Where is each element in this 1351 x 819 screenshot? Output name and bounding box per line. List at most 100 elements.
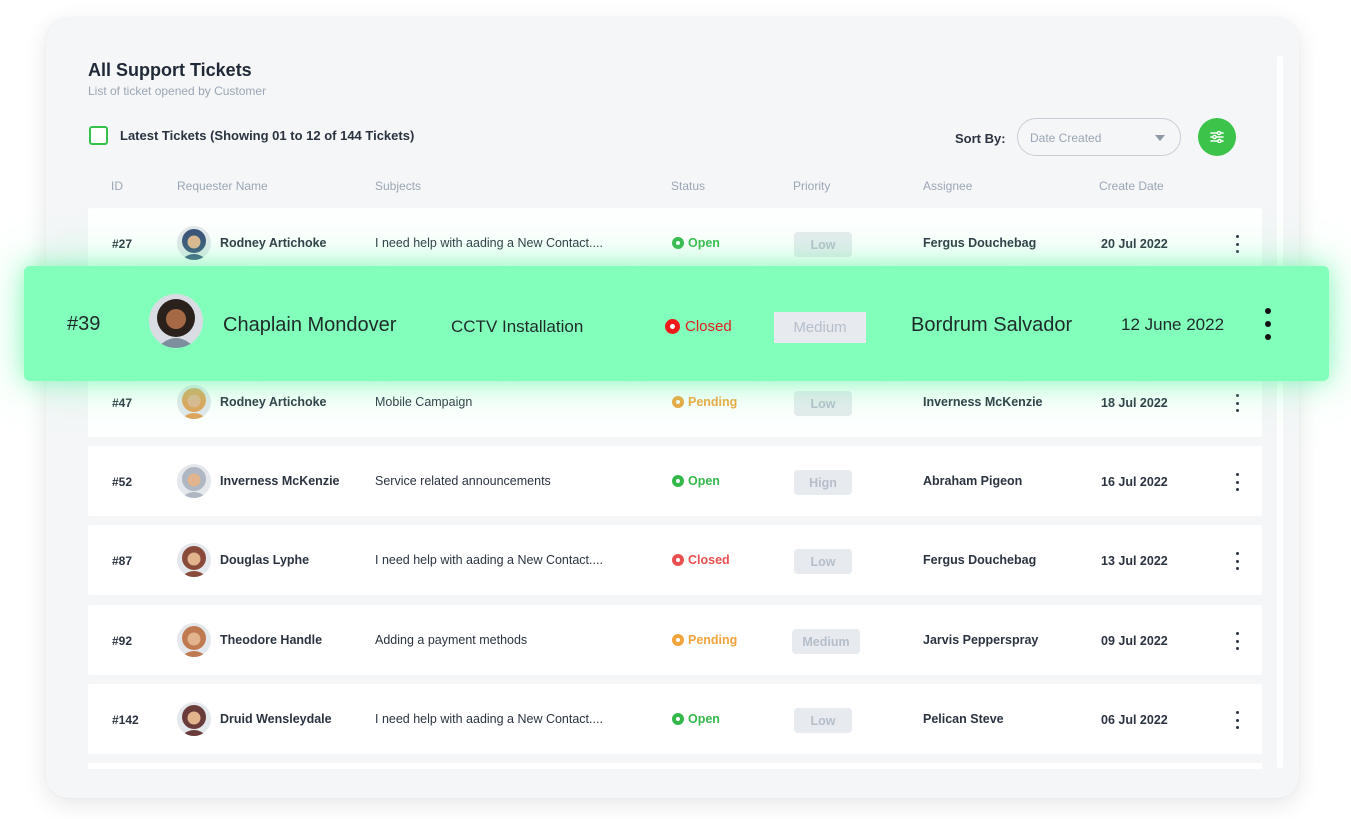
status-badge: Open bbox=[672, 712, 720, 726]
status-dot-icon bbox=[672, 554, 684, 566]
status-dot-icon bbox=[672, 475, 684, 487]
table-row[interactable]: #142 Druid Wensleydale I need help with aa… bbox=[88, 684, 1262, 754]
assignee-name: Fergus Douchebag bbox=[923, 553, 1037, 567]
avatar bbox=[177, 464, 211, 498]
create-date: 12 June 2022 bbox=[1121, 315, 1225, 334]
avatar bbox=[149, 294, 203, 348]
avatar bbox=[177, 702, 211, 736]
column-header-status[interactable]: Status bbox=[671, 179, 705, 193]
create-date: 09 Jul 2022 bbox=[1101, 634, 1168, 648]
column-header-id[interactable]: ID bbox=[111, 179, 123, 193]
ticket-subject[interactable]: CCTV Installation bbox=[451, 317, 583, 337]
highlighted-ticket-row[interactable]: #39 Chaplain Mondover CCTV Installation … bbox=[24, 266, 1329, 381]
status-badge: Closed bbox=[665, 318, 732, 335]
sort-by-label: Sort By: bbox=[955, 131, 1006, 146]
assignee-name: Fergus Douchebag bbox=[923, 236, 1037, 250]
ticket-subject[interactable]: Mobile Campaign bbox=[375, 395, 472, 409]
ticket-subject[interactable]: Service related announcements bbox=[375, 474, 551, 488]
create-date: 20 Jul 2022 bbox=[1101, 237, 1168, 251]
kebab-menu-icon[interactable] bbox=[1232, 394, 1242, 412]
ticket-id: #87 bbox=[112, 554, 133, 568]
caret-down-icon bbox=[1155, 135, 1165, 141]
kebab-menu-icon[interactable] bbox=[1263, 308, 1273, 340]
priority-badge: Low bbox=[794, 708, 852, 733]
requester-name: Druid Wensleydale bbox=[220, 712, 332, 726]
assignee-name: Bordrum Salvador bbox=[911, 314, 1073, 336]
sliders-icon bbox=[1210, 131, 1224, 143]
priority-badge: Medium bbox=[792, 629, 860, 654]
sort-by-select[interactable]: Date Created bbox=[1017, 118, 1181, 156]
ticket-id: #52 bbox=[112, 475, 133, 489]
status-dot-icon bbox=[672, 634, 684, 646]
create-date: 18 Jul 2022 bbox=[1101, 396, 1168, 410]
kebab-menu-icon[interactable] bbox=[1232, 473, 1242, 491]
requester-name: Douglas Lyphe bbox=[220, 553, 310, 567]
priority-badge: Low bbox=[794, 549, 852, 574]
priority-badge: Low bbox=[794, 391, 852, 416]
requester-name: Rodney Artichoke bbox=[220, 395, 327, 409]
page-subtitle: List of ticket opened by Customer bbox=[88, 84, 267, 98]
status-label: Pending bbox=[688, 395, 738, 409]
sort-by-value: Date Created bbox=[1030, 131, 1102, 145]
page-title: All Support Tickets bbox=[88, 60, 252, 80]
ticket-subject[interactable]: I need help with aading a New Contact...… bbox=[375, 712, 603, 726]
table-row[interactable]: #92 Theodore Handle Adding a payment metho… bbox=[88, 605, 1262, 675]
status-dot-icon bbox=[672, 713, 684, 725]
create-date: 13 Jul 2022 bbox=[1101, 554, 1168, 568]
avatar bbox=[177, 385, 211, 419]
ticket-subject[interactable]: I need help with aading a New Contact...… bbox=[375, 236, 603, 250]
table-row[interactable]: #52 Inverness McKenzie Service related ann… bbox=[88, 446, 1262, 516]
status-badge: Open bbox=[672, 474, 720, 488]
status-label: Closed bbox=[688, 553, 730, 567]
ticket-subject[interactable]: I need help with aading a New Contact...… bbox=[375, 553, 603, 567]
avatar bbox=[177, 623, 211, 657]
ticket-id: #92 bbox=[112, 634, 133, 648]
status-label: Pending bbox=[688, 633, 738, 647]
kebab-menu-icon[interactable] bbox=[1232, 552, 1242, 570]
kebab-menu-icon[interactable] bbox=[1232, 235, 1242, 253]
requester-name: Chaplain Mondover bbox=[223, 314, 397, 336]
status-badge: Pending bbox=[672, 633, 737, 647]
priority-badge: Low bbox=[794, 232, 852, 257]
ticket-id: #142 bbox=[112, 713, 139, 727]
status-label: Open bbox=[688, 236, 720, 250]
status-badge: Open bbox=[672, 236, 720, 250]
priority-badge: Hign bbox=[794, 470, 852, 495]
kebab-menu-icon[interactable] bbox=[1232, 711, 1242, 729]
status-dot-icon bbox=[672, 396, 684, 408]
status-dot-icon bbox=[672, 237, 684, 249]
latest-tickets-label: Latest Tickets (Showing 01 to 12 of 144 … bbox=[120, 128, 415, 143]
status-label: Closed bbox=[685, 318, 732, 335]
priority-badge: Medium bbox=[774, 312, 866, 343]
avatar bbox=[177, 226, 211, 260]
column-header-priority[interactable]: Priority bbox=[793, 179, 830, 193]
create-date: 16 Jul 2022 bbox=[1101, 475, 1168, 489]
scrollbar[interactable] bbox=[1277, 56, 1283, 768]
status-label: Open bbox=[688, 474, 720, 488]
status-badge: Pending bbox=[672, 395, 737, 409]
ticket-id: #47 bbox=[112, 396, 133, 410]
column-header-assignee[interactable]: Assignee bbox=[923, 179, 972, 193]
column-header-subjects[interactable]: Subjects bbox=[375, 179, 421, 193]
table-row-partial bbox=[88, 763, 1262, 769]
requester-name: Theodore Handle bbox=[220, 633, 323, 647]
assignee-name: Pelican Steve bbox=[923, 712, 1004, 726]
column-header-requester[interactable]: Requester Name bbox=[177, 179, 268, 193]
kebab-menu-icon[interactable] bbox=[1232, 632, 1242, 650]
filter-button[interactable] bbox=[1198, 118, 1236, 156]
latest-tickets-checkbox[interactable] bbox=[89, 126, 108, 145]
table-row[interactable]: #87 Douglas Lyphe I need help with aading … bbox=[88, 525, 1262, 595]
ticket-id: #39 bbox=[67, 313, 101, 335]
status-dot-icon bbox=[665, 319, 680, 334]
status-badge: Closed bbox=[672, 553, 730, 567]
requester-name: Rodney Artichoke bbox=[220, 236, 327, 250]
assignee-name: Jarvis Pepperspray bbox=[923, 633, 1039, 647]
column-header-create-date[interactable]: Create Date bbox=[1099, 179, 1164, 193]
create-date: 06 Jul 2022 bbox=[1101, 713, 1168, 727]
ticket-id: #27 bbox=[112, 237, 133, 251]
assignee-name: Inverness McKenzie bbox=[923, 395, 1043, 409]
ticket-subject[interactable]: Adding a payment methods bbox=[375, 633, 527, 647]
status-label: Open bbox=[688, 712, 720, 726]
avatar bbox=[177, 543, 211, 577]
assignee-name: Abraham Pigeon bbox=[923, 474, 1023, 488]
